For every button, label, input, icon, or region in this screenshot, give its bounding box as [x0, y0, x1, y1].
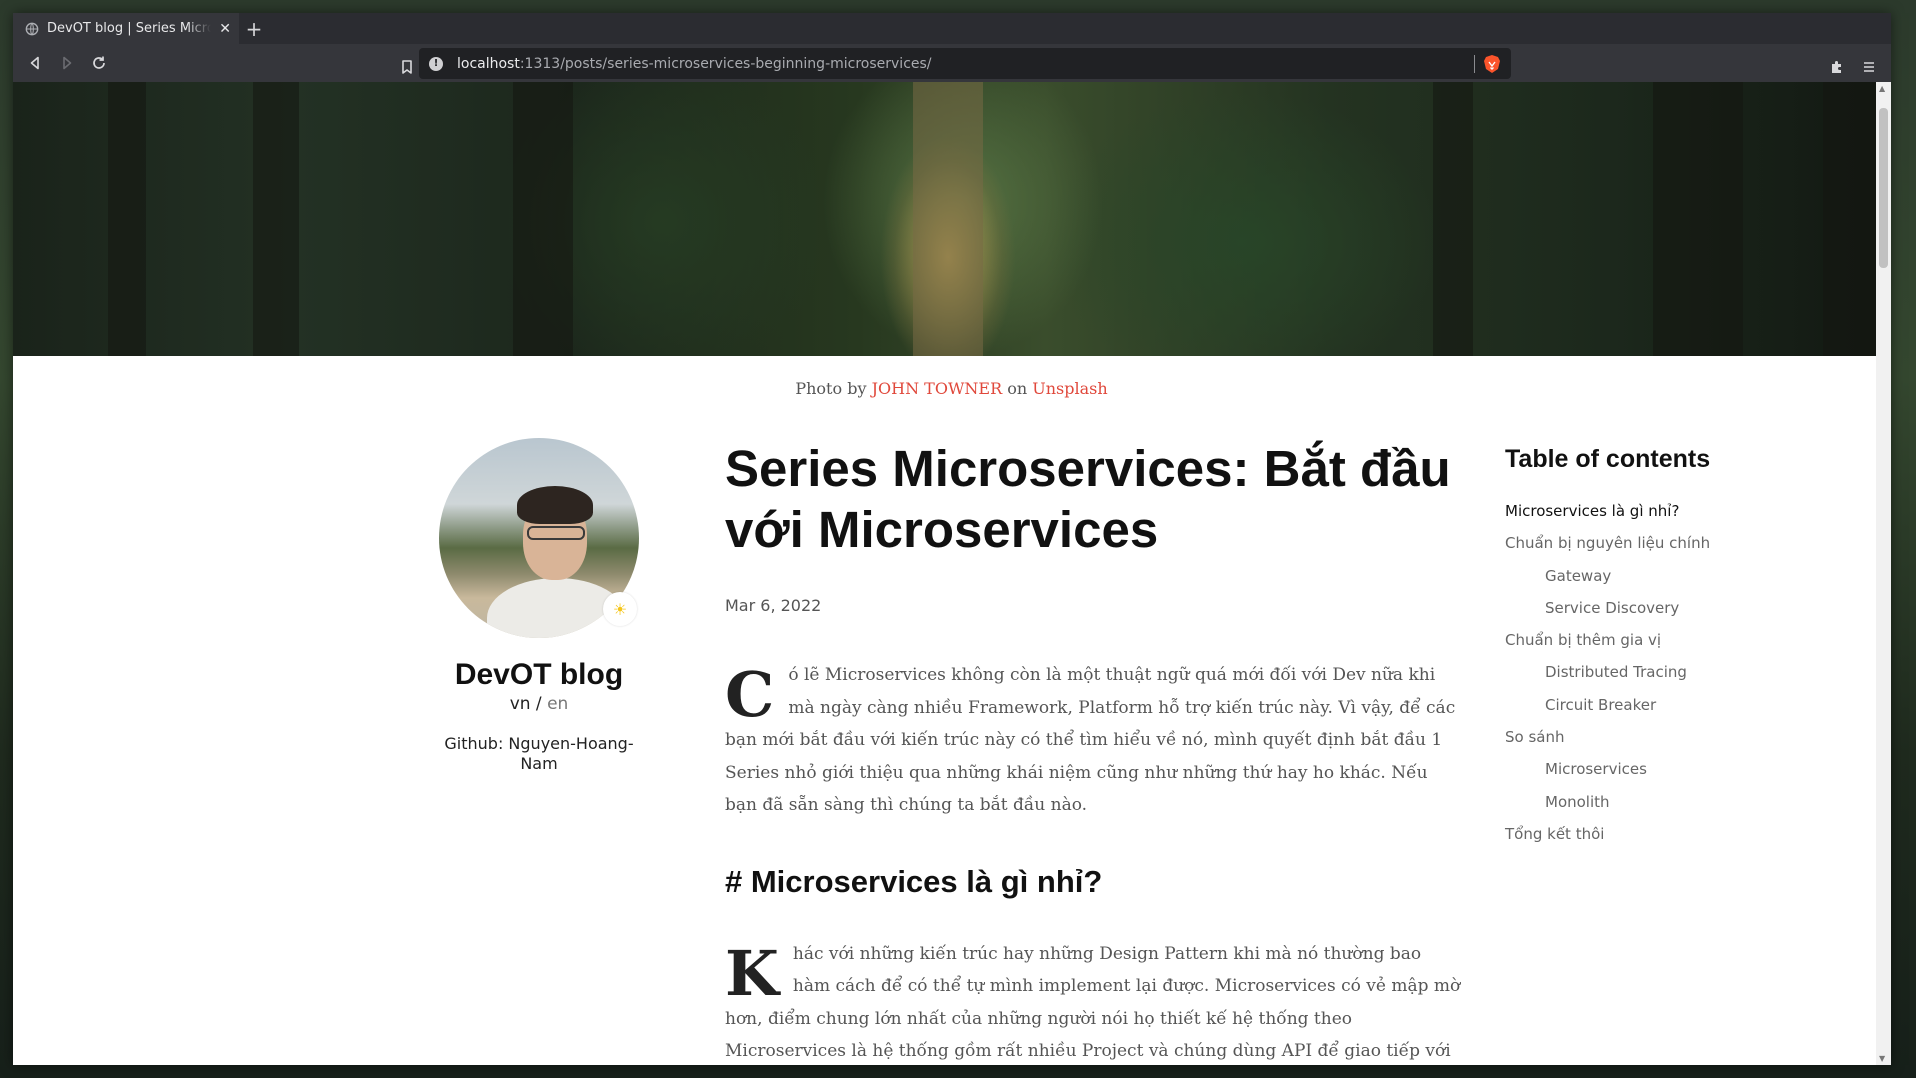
- section-paragraph: Khác với những kiến trúc hay những Desig…: [725, 938, 1461, 1066]
- extensions-button[interactable]: [1821, 51, 1853, 83]
- photographer-link[interactable]: JOHN TOWNER: [872, 379, 1003, 398]
- url-host: localhost: [457, 55, 520, 72]
- toc-item[interactable]: Service Discovery: [1505, 597, 1765, 629]
- reload-icon: [93, 56, 105, 69]
- scroll-up-icon[interactable]: ▲: [1879, 84, 1885, 93]
- intro-text: ó lẽ Microservices không còn là một thuậ…: [725, 665, 1456, 815]
- tree-trunk: [1653, 82, 1743, 356]
- toc-item[interactable]: Circuit Breaker: [1505, 694, 1765, 726]
- info-icon[interactable]: !: [429, 56, 443, 71]
- new-tab-button[interactable]: +: [239, 13, 269, 44]
- toc-item[interactable]: Monolith: [1505, 791, 1765, 823]
- address-bar[interactable]: ! localhost:1313/posts/series-microservi…: [419, 48, 1511, 79]
- caption-mid: on: [1007, 379, 1028, 398]
- lang-en[interactable]: en: [547, 694, 568, 714]
- tree-trunk: [513, 82, 573, 356]
- drop-cap: K: [725, 936, 779, 1010]
- github-link[interactable]: Github: Nguyen-Hoang-Nam: [439, 734, 639, 774]
- reload-button[interactable]: [83, 47, 115, 79]
- browser-window: DevOT blog | Series Microservices: Bắt đ…: [13, 13, 1891, 1065]
- close-icon[interactable]: ✕: [219, 21, 231, 37]
- forward-arrow-icon: [63, 56, 72, 70]
- back-button[interactable]: [19, 47, 51, 79]
- bookmark-icon: [402, 60, 412, 74]
- forward-button[interactable]: [51, 47, 83, 79]
- toc-item[interactable]: Distributed Tracing: [1505, 661, 1765, 693]
- page-title: Series Microservices: Bắt đầu với Micros…: [725, 440, 1451, 558]
- table-of-contents: Table of contents Microservices là gì nh…: [1505, 445, 1765, 855]
- blog-name[interactable]: DevOT blog: [439, 658, 639, 692]
- brave-lion-icon[interactable]: [1483, 54, 1501, 74]
- menu-button[interactable]: [1853, 51, 1885, 83]
- toc-list: Microservices là gì nhỉ? Chuẩn bị nguyên…: [1505, 500, 1765, 855]
- tree-trunk: [253, 82, 299, 356]
- back-arrow-icon: [30, 56, 39, 70]
- article: Series Microservices: Bắt đầu với Micros…: [725, 438, 1461, 1065]
- tab-strip: DevOT blog | Series Microservices: Bắt đ…: [13, 13, 1891, 44]
- hero-caption: Photo by JOHN TOWNER on Unsplash: [13, 379, 1890, 398]
- sun-icon[interactable]: ☀: [603, 592, 637, 626]
- language-switcher: vn / en: [439, 694, 639, 714]
- avatar-glasses: [527, 526, 585, 540]
- puzzle-icon: [1832, 61, 1841, 73]
- tree-trunk: [108, 82, 146, 356]
- url-path: :1313/posts/series-microservices-beginni…: [519, 55, 932, 72]
- caption-prefix: Photo by: [795, 379, 867, 398]
- hero-image: [13, 82, 1890, 356]
- unsplash-link[interactable]: Unsplash: [1032, 379, 1107, 398]
- toc-item[interactable]: Microservices: [1505, 758, 1765, 790]
- toc-item[interactable]: Gateway: [1505, 565, 1765, 597]
- toc-item[interactable]: Microservices là gì nhỉ?: [1505, 500, 1765, 532]
- scrollbar-thumb[interactable]: [1879, 108, 1888, 268]
- intro-paragraph: Có lẽ Microservices không còn là một thu…: [725, 659, 1461, 822]
- page-viewport: Photo by JOHN TOWNER on Unsplash DevOT b…: [13, 82, 1891, 1065]
- tree-trunk: [1433, 82, 1473, 356]
- browser-toolbar: ! localhost:1313/posts/series-microservi…: [13, 44, 1891, 82]
- toc-item[interactable]: Tổng kết thôi: [1505, 823, 1765, 855]
- section-text: hác với những kiến trúc hay những Design…: [725, 943, 1461, 1062]
- toc-title: Table of contents: [1505, 445, 1711, 473]
- post-date: Mar 6, 2022: [725, 596, 822, 615]
- hamburger-menu-icon: [1864, 62, 1874, 72]
- avatar-hair: [517, 486, 593, 524]
- section-heading[interactable]: # Microservices là gì nhỉ?: [725, 864, 1461, 900]
- globe-icon: [25, 22, 39, 35]
- url-separator: [1474, 55, 1475, 73]
- tab-active[interactable]: DevOT blog | Series Microservices: Bắt đ…: [13, 13, 239, 44]
- tree-trunk: [913, 82, 983, 356]
- scrollbar[interactable]: ▲ ▼: [1876, 82, 1891, 1065]
- drop-cap: C: [725, 658, 775, 731]
- toc-item[interactable]: Chuẩn bị thêm gia vị: [1505, 629, 1765, 661]
- lang-separator: /: [530, 694, 548, 714]
- toc-item[interactable]: Chuẩn bị nguyên liệu chính: [1505, 532, 1765, 564]
- scroll-down-icon[interactable]: ▼: [1879, 1054, 1885, 1063]
- toc-item[interactable]: So sánh: [1505, 726, 1765, 758]
- tab-title: DevOT blog | Series Microservices: Bắt đ…: [47, 21, 212, 36]
- lang-vn[interactable]: vn: [510, 694, 531, 714]
